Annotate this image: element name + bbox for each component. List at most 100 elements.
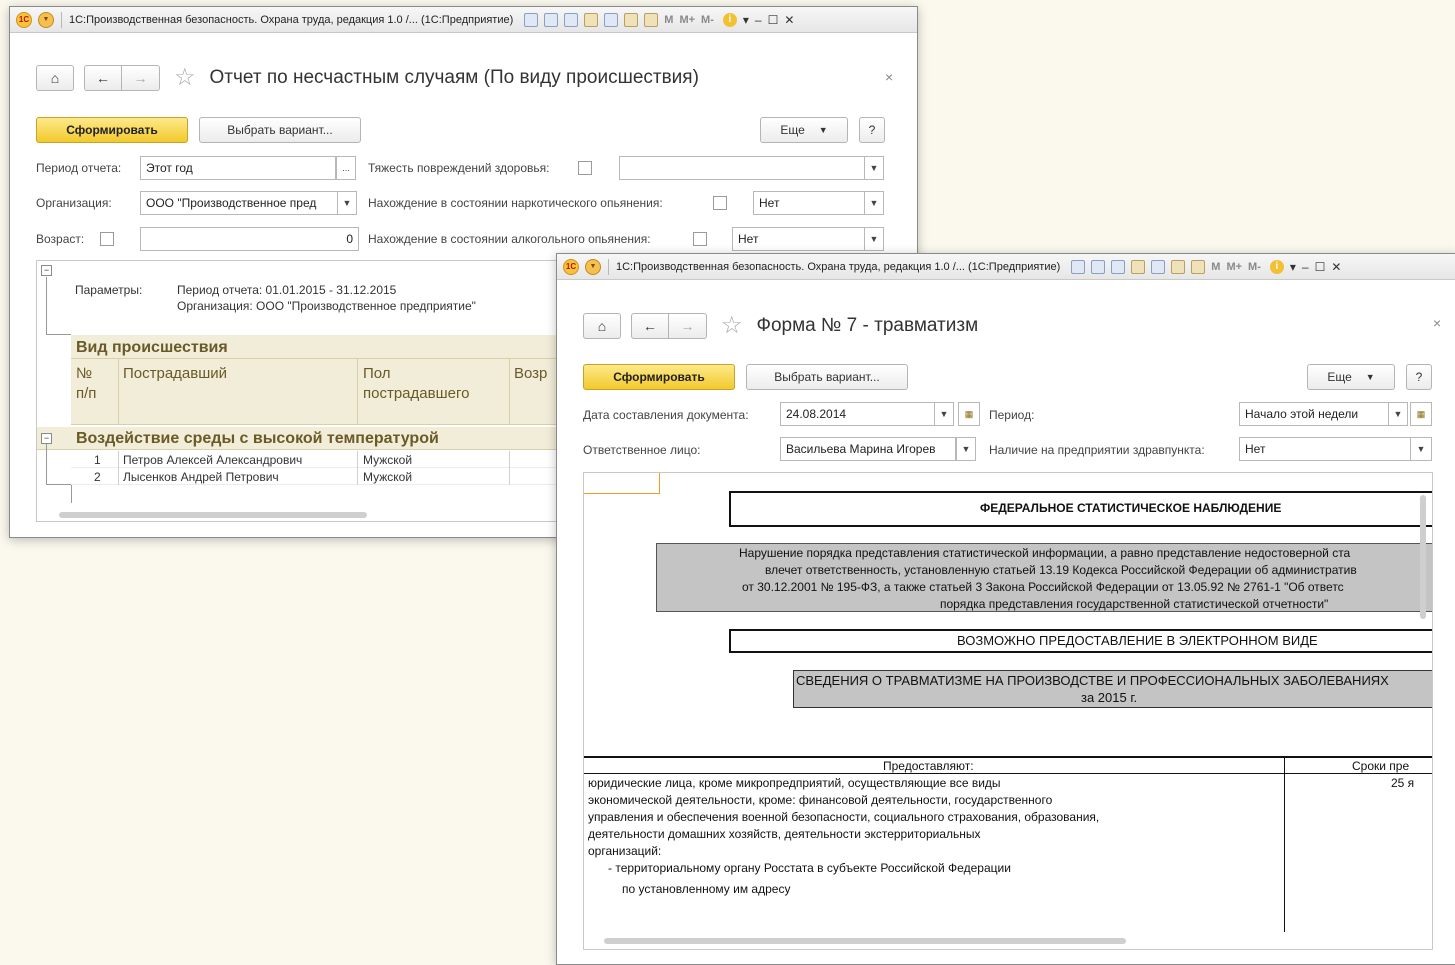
age-field[interactable]: 0 (140, 227, 359, 251)
favorite-icon[interactable] (584, 12, 599, 27)
home-button[interactable]: ⌂ (36, 64, 74, 91)
first-aid-field[interactable]: Нет (1239, 437, 1411, 461)
horizontal-scrollbar[interactable] (604, 938, 1126, 944)
form-header: ⌂ ← → ☆ Отчет по несчастным случаям (По … (36, 63, 699, 92)
memory-button[interactable]: M (1211, 261, 1220, 273)
memory-minus-button[interactable]: M- (701, 14, 714, 26)
close-icon[interactable]: × (1433, 315, 1441, 331)
maximize-button[interactable]: ☐ (1315, 260, 1326, 274)
generate-button[interactable]: Сформировать (36, 117, 188, 143)
minimize-button[interactable]: ▾ (1290, 260, 1296, 274)
calendar-icon[interactable]: ▦ (958, 402, 980, 426)
injury-severity-field[interactable] (619, 156, 865, 180)
organization-dropdown[interactable]: ▼ (337, 191, 357, 215)
generate-button[interactable]: Сформировать (583, 364, 735, 390)
print-icon[interactable] (544, 12, 559, 27)
period-field[interactable]: Этот год (140, 156, 336, 180)
drug-intoxication-checkbox[interactable] (713, 196, 727, 210)
drug-intoxication-field[interactable]: Нет (753, 191, 865, 215)
period-calendar-icon[interactable]: ▦ (1410, 402, 1432, 426)
memory-minus-button[interactable]: M- (1248, 261, 1261, 273)
save-icon[interactable] (1071, 259, 1086, 274)
memory-button[interactable]: M (664, 14, 673, 26)
period-dropdown[interactable]: ▼ (1388, 402, 1408, 426)
alcohol-intoxication-dropdown[interactable]: ▼ (864, 227, 884, 251)
favorite-icon[interactable] (1131, 259, 1146, 274)
collapse-group-icon[interactable]: − (41, 433, 52, 444)
report-area[interactable]: − Параметры: Период отчета: 01.01.2015 -… (36, 260, 576, 522)
close-window-button[interactable]: ✕ (1331, 260, 1341, 274)
titlebar-separator (61, 11, 62, 28)
1c-logo-icon[interactable]: 1С (16, 11, 32, 28)
tree-line (46, 277, 47, 334)
print-icon[interactable] (1091, 259, 1106, 274)
vertical-scrollbar[interactable] (1420, 495, 1426, 619)
close-icon[interactable]: × (885, 69, 893, 85)
forward-icon: → (680, 317, 695, 334)
tree-line (46, 334, 71, 335)
home-icon: ⌂ (50, 69, 60, 86)
minimize-button[interactable]: – (1302, 260, 1309, 274)
close-window-button[interactable]: ✕ (784, 13, 794, 27)
bullet-line: по установленному им адресу (622, 882, 791, 896)
period-field[interactable]: Начало этой недели (1239, 402, 1389, 426)
organization-field[interactable]: ООО "Производственное пред (140, 191, 338, 215)
organization-label: Организация: (36, 196, 112, 210)
star-icon[interactable]: ☆ (174, 63, 196, 92)
injury-severity-dropdown[interactable]: ▼ (864, 156, 884, 180)
age-checkbox[interactable] (100, 232, 114, 246)
forward-button[interactable]: → (122, 64, 160, 91)
memory-plus-button[interactable]: M+ (679, 14, 695, 26)
forward-button[interactable]: → (669, 312, 707, 339)
titlebar-separator (608, 258, 609, 275)
choose-variant-button[interactable]: Выбрать вариант... (746, 364, 908, 390)
injury-severity-checkbox[interactable] (578, 161, 592, 175)
back-button[interactable]: ← (631, 312, 669, 339)
minimize-button[interactable]: – (755, 13, 762, 27)
info-icon[interactable]: i (722, 12, 737, 27)
help-button[interactable]: ? (1406, 364, 1432, 390)
document-area[interactable]: ФЕДЕРАЛЬНОЕ СТАТИСТИЧЕСКОЕ НАБЛЮДЕНИЕ На… (583, 472, 1433, 950)
more-button[interactable]: Еще ▼ (1307, 364, 1395, 390)
drug-intoxication-dropdown[interactable]: ▼ (864, 191, 884, 215)
calculator-icon[interactable] (624, 12, 639, 27)
col-divider (357, 451, 358, 485)
row-number: 2 (94, 470, 101, 484)
alcohol-intoxication-label: Нахождение в состоянии алкогольного опья… (368, 232, 651, 246)
doc-date-field[interactable]: 24.08.2014 (780, 402, 935, 426)
choose-variant-button[interactable]: Выбрать вариант... (199, 117, 361, 143)
memory-plus-button[interactable]: M+ (1226, 261, 1242, 273)
help-button[interactable]: ? (859, 117, 885, 143)
1c-logo-icon[interactable]: 1С (563, 258, 579, 275)
info-icon[interactable]: i (1269, 259, 1284, 274)
row-sex: Мужской (363, 470, 413, 484)
maximize-button[interactable]: ☐ (768, 13, 779, 27)
save-icon[interactable] (524, 12, 539, 27)
responsible-person-dropdown[interactable]: ▼ (956, 437, 976, 461)
history-icon[interactable] (604, 12, 619, 27)
star-icon[interactable]: ☆ (721, 311, 743, 340)
minimize-button[interactable]: ▾ (743, 13, 749, 27)
more-button[interactable]: Еще ▼ (760, 117, 848, 143)
period-select-button[interactable]: ... (336, 156, 356, 180)
calculator-icon[interactable] (1171, 259, 1186, 274)
first-aid-dropdown[interactable]: ▼ (1410, 437, 1432, 461)
collapse-params-icon[interactable]: − (41, 265, 52, 276)
menu-icon[interactable]: ▼ (38, 11, 54, 28)
home-button[interactable]: ⌂ (583, 312, 621, 339)
menu-icon[interactable]: ▼ (585, 258, 601, 275)
calendar-icon[interactable] (1191, 259, 1206, 274)
provide-header: Предоставляют: (883, 759, 974, 773)
back-button[interactable]: ← (84, 64, 122, 91)
alcohol-intoxication-checkbox[interactable] (693, 232, 707, 246)
responsible-person-field[interactable]: Васильева Марина Игорев (780, 437, 956, 461)
col-sex-header: Пол (363, 365, 391, 382)
alcohol-intoxication-field[interactable]: Нет (732, 227, 865, 251)
preview-icon[interactable] (1111, 259, 1126, 274)
doc-date-dropdown[interactable]: ▼ (934, 402, 954, 426)
history-icon[interactable] (1151, 259, 1166, 274)
calendar-icon[interactable] (644, 12, 659, 27)
horizontal-scrollbar[interactable] (59, 512, 367, 518)
preview-icon[interactable] (564, 12, 579, 27)
selected-cell[interactable] (584, 473, 660, 494)
